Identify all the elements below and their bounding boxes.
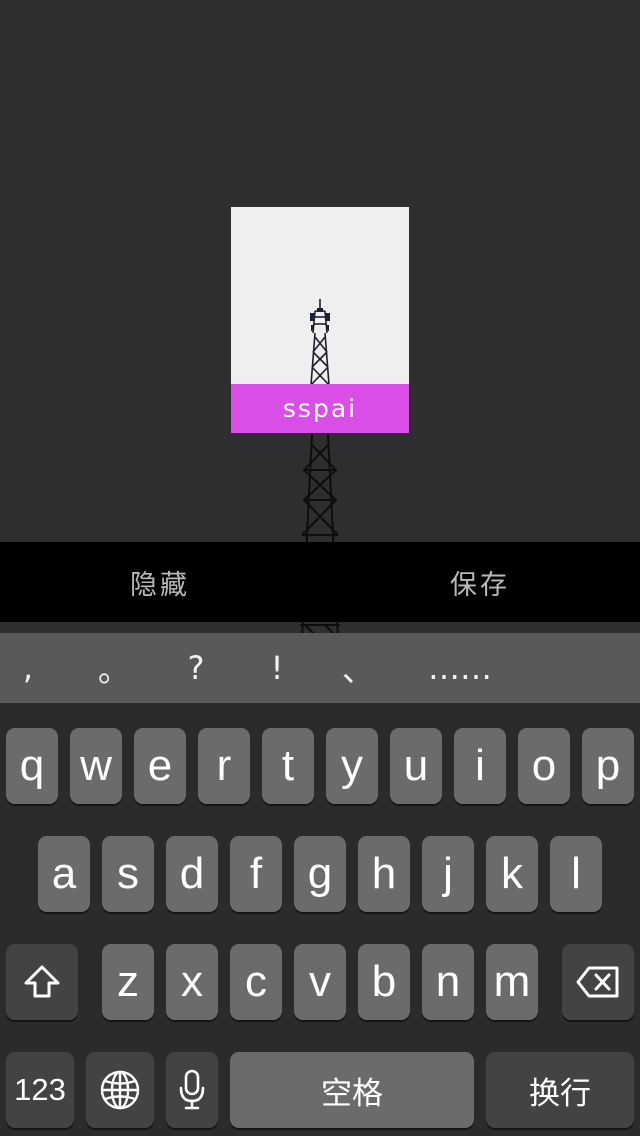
key-j[interactable]: j [422, 836, 474, 912]
key-d[interactable]: d [166, 836, 218, 912]
suggestion-period[interactable]: 。 [92, 633, 136, 703]
key-u[interactable]: u [390, 728, 442, 804]
key-t[interactable]: t [262, 728, 314, 804]
punctuation-suggestion-bar: , 。 ? ! 、 …… [0, 633, 640, 703]
key-q[interactable]: q [6, 728, 58, 804]
numbers-key[interactable]: 123 [6, 1052, 74, 1128]
screen: sspai 隐藏 保存 , 。 ? ! 、 …… q w e r t y u i… [0, 0, 640, 1136]
key-c[interactable]: c [230, 944, 282, 1020]
return-key[interactable]: 换行 [486, 1052, 634, 1128]
suggestion-exclamation[interactable]: ! [255, 633, 299, 703]
key-e[interactable]: e [134, 728, 186, 804]
hide-button[interactable]: 隐藏 [0, 542, 320, 622]
suggestion-comma[interactable]: , [8, 633, 48, 703]
delete-key[interactable] [562, 944, 634, 1020]
key-h[interactable]: h [358, 836, 410, 912]
key-r[interactable]: r [198, 728, 250, 804]
key-z[interactable]: z [102, 944, 154, 1020]
microphone-key[interactable] [166, 1052, 218, 1128]
watermark-text: sspai [282, 394, 358, 423]
key-x[interactable]: x [166, 944, 218, 1020]
shift-icon [24, 965, 60, 998]
globe-icon [100, 1070, 140, 1110]
space-key[interactable]: 空格 [230, 1052, 474, 1128]
key-i[interactable]: i [454, 728, 506, 804]
key-l[interactable]: l [550, 836, 602, 912]
key-p[interactable]: p [582, 728, 634, 804]
key-o[interactable]: o [518, 728, 570, 804]
key-k[interactable]: k [486, 836, 538, 912]
key-a[interactable]: a [38, 836, 90, 912]
save-button[interactable]: 保存 [320, 542, 640, 622]
suggestion-question[interactable]: ? [174, 633, 218, 703]
key-w[interactable]: w [70, 728, 122, 804]
key-v[interactable]: v [294, 944, 346, 1020]
key-y[interactable]: y [326, 728, 378, 804]
preview-card: sspai [231, 207, 409, 433]
suggestion-enumeration-comma[interactable]: 、 [336, 633, 380, 703]
key-g[interactable]: g [294, 836, 346, 912]
key-b[interactable]: b [358, 944, 410, 1020]
suggestion-ellipsis[interactable]: …… [420, 633, 500, 703]
keyboard: q w e r t y u i o p a s d f g h j k l z … [0, 703, 640, 1136]
key-n[interactable]: n [422, 944, 474, 1020]
key-f[interactable]: f [230, 836, 282, 912]
microphone-icon [179, 1069, 205, 1110]
delete-icon [576, 966, 619, 998]
globe-key[interactable] [86, 1052, 154, 1128]
key-s[interactable]: s [102, 836, 154, 912]
watermark-bar: sspai [231, 384, 409, 433]
action-bar: 隐藏 保存 [0, 542, 640, 622]
key-m[interactable]: m [486, 944, 538, 1020]
shift-key[interactable] [6, 944, 78, 1020]
